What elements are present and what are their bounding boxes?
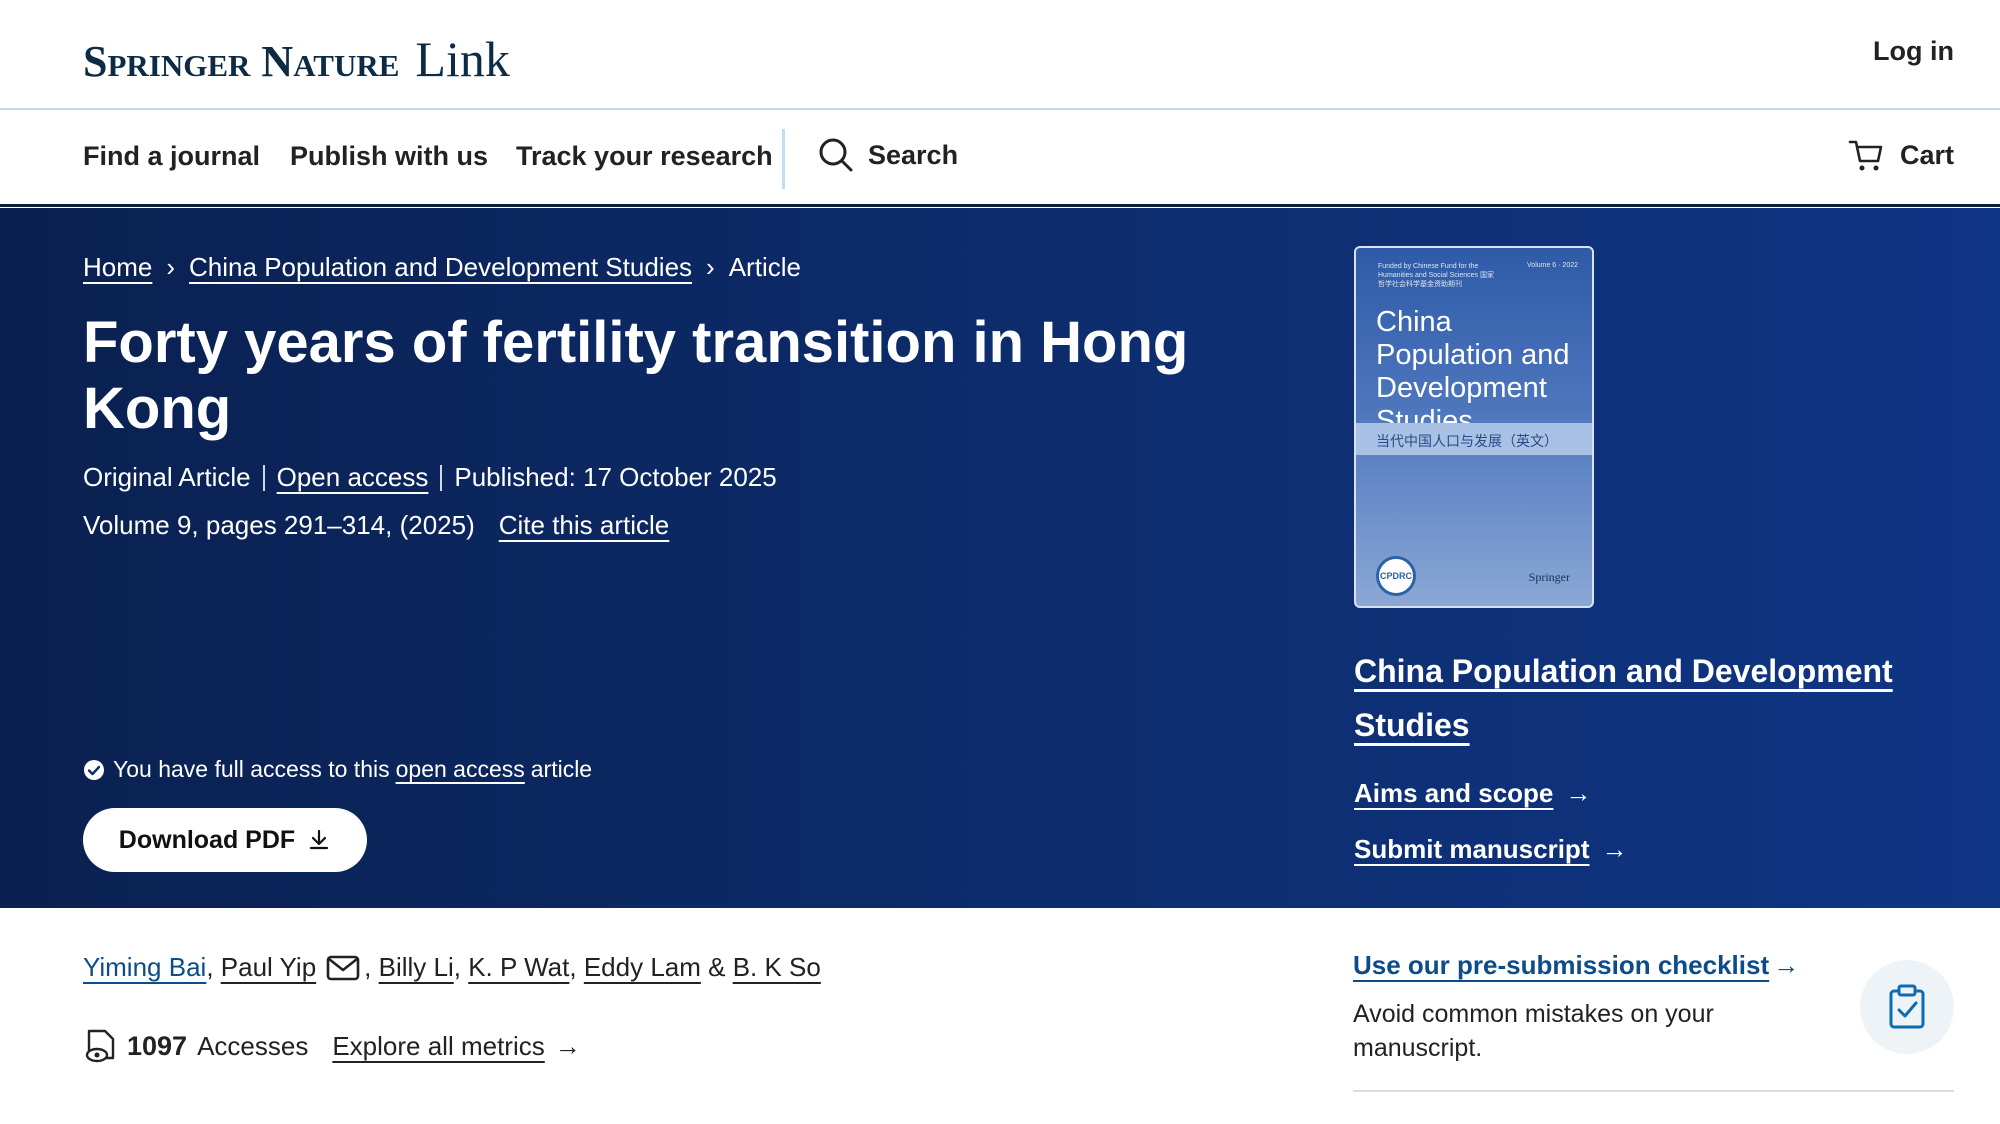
arrow-right-icon: →: [554, 1030, 581, 1061]
cart-icon: [1848, 140, 1883, 171]
cover-funding-text: Funded by Chinese Fund for the Humanitie…: [1378, 263, 1494, 288]
nav-find-journal[interactable]: Find a journal: [83, 141, 260, 172]
aims-scope-link[interactable]: Aims and scope →: [1354, 778, 1591, 809]
download-icon: [310, 829, 329, 850]
submit-manuscript-label: Submit manuscript: [1354, 834, 1590, 864]
chevron-right-icon: ›: [166, 252, 176, 282]
breadcrumb-home[interactable]: Home: [83, 252, 152, 283]
brand-link-text: Link: [415, 31, 510, 87]
metrics-row: 1097 Accesses Explore all metrics →: [83, 1028, 581, 1064]
article-title: Forty years of fertility transition in H…: [83, 310, 1189, 441]
cover-seal-logo: CPDRC: [1376, 556, 1416, 596]
author-link[interactable]: Billy Li: [379, 952, 454, 983]
download-label: Download PDF: [118, 825, 296, 854]
cart-label: Cart: [1899, 139, 1954, 170]
volume-pages: Volume 9, pages 291–314, (2025): [83, 510, 475, 540]
breadcrumb-current: Article: [728, 252, 801, 282]
email-icon[interactable]: [326, 954, 360, 982]
nav-publish-with-us[interactable]: Publish with us: [290, 141, 488, 172]
author-list: Yiming Bai, Paul Yip , Billy Li, K. P Wa…: [83, 952, 821, 983]
access-prefix: You have full access to this: [113, 756, 390, 782]
nav-divider: [782, 129, 785, 189]
meta-divider: [440, 464, 443, 491]
access-open-access-link[interactable]: open access: [396, 756, 525, 783]
published-date: Published: 17 October 2025: [454, 462, 777, 492]
nav-track-research[interactable]: Track your research: [516, 141, 773, 172]
author-link[interactable]: Eddy Lam: [584, 952, 701, 983]
article-meta: Original Article Open access Published: …: [83, 462, 777, 493]
explore-metrics-link[interactable]: Explore all metrics: [332, 1031, 544, 1062]
article-hero: Home › China Population and Development …: [0, 208, 2000, 908]
cover-volume-text: Volume 6 · 2022: [1527, 262, 1578, 269]
nav-cart-button[interactable]: Cart: [1848, 137, 1954, 173]
author-link[interactable]: Paul Yip: [221, 952, 316, 983]
open-access-link[interactable]: Open access: [277, 462, 429, 493]
submit-manuscript-link[interactable]: Submit manuscript →: [1354, 834, 1627, 865]
meta-divider: [262, 464, 265, 491]
brand-main-text: Springer Nature: [83, 37, 400, 86]
site-header: Springer Nature Link Log in: [0, 0, 2000, 110]
section-divider: [1353, 1090, 1954, 1092]
login-link[interactable]: Log in: [1873, 36, 1954, 67]
breadcrumb: Home › China Population and Development …: [83, 252, 801, 283]
author-link[interactable]: K. P Wat: [468, 952, 569, 983]
article-citation-row: Volume 9, pages 291–314, (2025) Cite thi…: [83, 510, 669, 541]
nav-search-button[interactable]: Search: [818, 137, 958, 173]
search-icon: [819, 138, 853, 172]
cover-title: China Population and Development Studies: [1376, 306, 1570, 437]
arrow-right-icon: →: [1565, 778, 1592, 808]
accesses-label: Accesses: [197, 1030, 309, 1061]
access-notice: You have full access to this open access…: [83, 756, 592, 783]
checklist-title: Use our pre-submission checklist: [1353, 950, 1770, 980]
clipboard-check-icon: [1860, 960, 1954, 1054]
download-pdf-button[interactable]: Download PDF: [83, 808, 367, 872]
chevron-right-icon: ›: [706, 252, 715, 282]
arrow-right-icon: →: [1601, 834, 1628, 864]
arrow-right-icon: →: [1773, 950, 1800, 980]
cover-chinese-title: 当代中国人口与发展（英文）: [1356, 423, 1592, 455]
main-nav: Find a journal Publish with us Track you…: [0, 111, 2000, 207]
author-link[interactable]: B. K So: [733, 952, 821, 983]
article-type: Original Article: [83, 462, 251, 492]
access-suffix: article: [530, 756, 593, 782]
author-link[interactable]: Yiming Bai: [83, 952, 206, 983]
cover-publisher: Springer: [1528, 570, 1570, 584]
accesses-icon: [85, 1029, 115, 1063]
journal-name-link[interactable]: China Population and Development Studies: [1354, 644, 1914, 752]
pre-submission-checklist-link[interactable]: Use our pre-submission checklist →: [1353, 950, 1799, 981]
aims-scope-label: Aims and scope: [1354, 778, 1554, 808]
checklist-description: Avoid common mistakes on your manuscript…: [1353, 1000, 1714, 1062]
breadcrumb-journal[interactable]: China Population and Development Studies: [189, 252, 692, 283]
cite-article-link[interactable]: Cite this article: [499, 510, 670, 541]
journal-cover-image[interactable]: Funded by Chinese Fund for the Humanitie…: [1354, 246, 1594, 608]
springer-nature-link-logo[interactable]: Springer Nature Link: [83, 30, 510, 88]
search-label: Search: [868, 139, 959, 170]
check-circle-icon: [84, 759, 104, 780]
accesses-count: 1097: [127, 1030, 188, 1061]
